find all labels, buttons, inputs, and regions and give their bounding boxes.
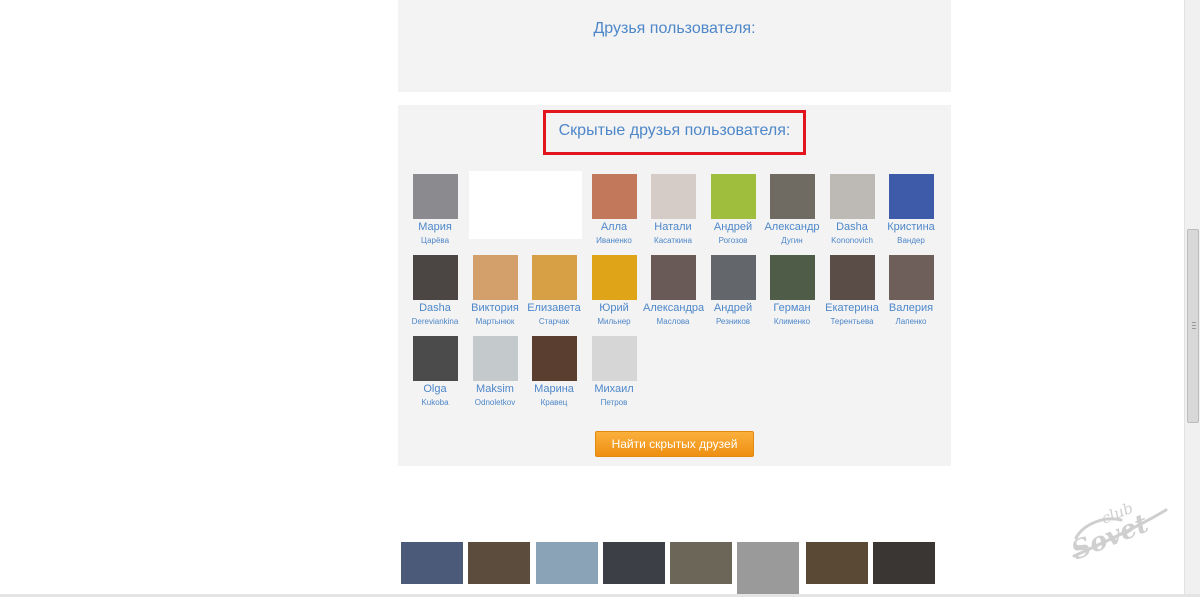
blank-overlay (469, 171, 582, 239)
photo-thumbnail[interactable] (536, 542, 598, 584)
friend-first-name[interactable]: Александра (643, 302, 704, 314)
avatar[interactable] (472, 336, 518, 381)
friend-card[interactable]: Герман Клименко (762, 255, 822, 326)
friend-first-name[interactable]: Dasha (405, 302, 465, 314)
friend-card[interactable]: Юрий Мильнер (584, 255, 644, 326)
friend-first-name[interactable]: Olga (405, 383, 465, 395)
photo-thumbnail[interactable] (806, 542, 868, 584)
avatar[interactable] (769, 174, 815, 219)
friend-card[interactable]: Виктория Мартынюк (465, 255, 525, 326)
avatar[interactable] (888, 255, 934, 300)
friend-card[interactable]: Андрей Резников (703, 255, 763, 326)
friend-last-name[interactable]: Царёва (405, 236, 465, 245)
avatar[interactable] (650, 174, 696, 219)
photo-thumbnail[interactable] (401, 542, 463, 584)
friend-first-name[interactable]: Валерия (881, 302, 941, 314)
avatar[interactable] (769, 255, 815, 300)
friend-last-name[interactable]: Лапенко (881, 317, 941, 326)
friend-first-name[interactable]: Юрий (584, 302, 644, 314)
friend-last-name[interactable]: Резников (703, 317, 763, 326)
friend-card[interactable]: Dasha Kononovich (822, 174, 882, 245)
friend-last-name[interactable]: Терентьева (822, 317, 882, 326)
avatar[interactable] (591, 174, 637, 219)
avatar[interactable] (412, 336, 458, 381)
friend-last-name[interactable]: Иваненко (584, 236, 644, 245)
friend-last-name[interactable]: Дугин (762, 236, 822, 245)
friend-first-name[interactable]: Екатерина (822, 302, 882, 314)
friend-card[interactable]: Мария Царёва (405, 174, 465, 245)
friend-card[interactable]: Александр Дугин (762, 174, 822, 245)
friend-card[interactable]: Андрей Рогозов (703, 174, 763, 245)
friend-card[interactable]: Натали Касаткина (643, 174, 703, 245)
friend-last-name[interactable]: Мартынюк (465, 317, 525, 326)
friends-title: Друзья пользователя: (593, 20, 756, 37)
avatar[interactable] (531, 336, 577, 381)
friend-first-name[interactable]: Мария (405, 221, 465, 233)
avatar[interactable] (412, 255, 458, 300)
friend-card[interactable]: Елизавета Старчак (524, 255, 584, 326)
friend-first-name[interactable]: Александр (762, 221, 822, 233)
friends-panel: Друзья пользователя: (398, 0, 951, 92)
friend-first-name[interactable]: Андрей (703, 302, 763, 314)
friend-card[interactable]: Марина Кравец (524, 336, 584, 407)
friend-last-name[interactable]: Старчак (524, 317, 584, 326)
friend-last-name[interactable]: Kononovich (822, 236, 882, 245)
avatar[interactable] (829, 255, 875, 300)
avatar[interactable] (591, 336, 637, 381)
club-sovet-logo: club Sovet (1067, 499, 1168, 566)
friend-first-name[interactable]: Елизавета (524, 302, 584, 314)
friend-first-name[interactable]: Кристина (881, 221, 941, 233)
avatar[interactable] (591, 255, 637, 300)
friend-last-name[interactable]: Odnoletkov (465, 398, 525, 407)
avatar[interactable] (888, 174, 934, 219)
find-hidden-friends-button[interactable]: Найти скрытых друзей (595, 431, 754, 457)
friend-card[interactable]: Михаил Петров (584, 336, 644, 407)
friend-first-name[interactable]: Алла (584, 221, 644, 233)
friend-card[interactable]: Валерия Лапенко (881, 255, 941, 326)
friend-last-name[interactable]: Dereviankina (405, 317, 465, 326)
friend-first-name[interactable]: Андрей (703, 221, 763, 233)
hidden-friends-panel: Скрытые друзья пользователя: Мария Царёва… (398, 105, 951, 466)
friend-last-name[interactable]: Вандер (881, 236, 941, 245)
hidden-friends-title: Скрытые друзья пользователя: (558, 122, 791, 139)
avatar[interactable] (710, 174, 756, 219)
friend-last-name[interactable]: Kukoba (405, 398, 465, 407)
friend-first-name[interactable]: Марина (524, 383, 584, 395)
photo-thumbnail[interactable] (737, 542, 799, 597)
friend-first-name[interactable]: Михаил (584, 383, 644, 395)
avatar[interactable] (412, 174, 458, 219)
photo-thumbnail[interactable] (670, 542, 732, 584)
friend-card[interactable]: Olga Kukoba (405, 336, 465, 407)
friend-first-name[interactable]: Виктория (465, 302, 525, 314)
friend-last-name[interactable]: Клименко (762, 317, 822, 326)
friend-last-name[interactable]: Мильнер (584, 317, 644, 326)
friend-last-name[interactable]: Кравец (524, 398, 584, 407)
avatar[interactable] (829, 174, 875, 219)
photo-thumbnail[interactable] (468, 542, 530, 584)
scroll-thumb[interactable] (1187, 229, 1199, 423)
friend-first-name[interactable]: Dasha (822, 221, 882, 233)
vertical-scrollbar[interactable] (1184, 0, 1200, 597)
friend-card[interactable]: Алла Иваненко (584, 174, 644, 245)
friend-card[interactable]: Maksim Odnoletkov (465, 336, 525, 407)
photo-thumbnail[interactable] (603, 542, 665, 584)
friend-first-name[interactable]: Герман (762, 302, 822, 314)
friend-last-name[interactable]: Маслова (643, 317, 703, 326)
avatar[interactable] (531, 255, 577, 300)
friend-first-name[interactable]: Натали (643, 221, 703, 233)
friend-card[interactable]: Кристина Вандер (881, 174, 941, 245)
friend-last-name[interactable]: Касаткина (643, 236, 703, 245)
friend-card[interactable]: Dasha Dereviankina (405, 255, 465, 326)
friend-last-name[interactable]: Петров (584, 398, 644, 407)
photo-thumbnail[interactable] (873, 542, 935, 584)
avatar[interactable] (472, 255, 518, 300)
friend-last-name[interactable]: Рогозов (703, 236, 763, 245)
friend-card[interactable]: Екатерина Терентьева (822, 255, 882, 326)
friend-first-name[interactable]: Maksim (465, 383, 525, 395)
avatar[interactable] (710, 255, 756, 300)
friend-card[interactable]: Александра Маслова (643, 255, 704, 326)
avatar[interactable] (650, 255, 696, 300)
